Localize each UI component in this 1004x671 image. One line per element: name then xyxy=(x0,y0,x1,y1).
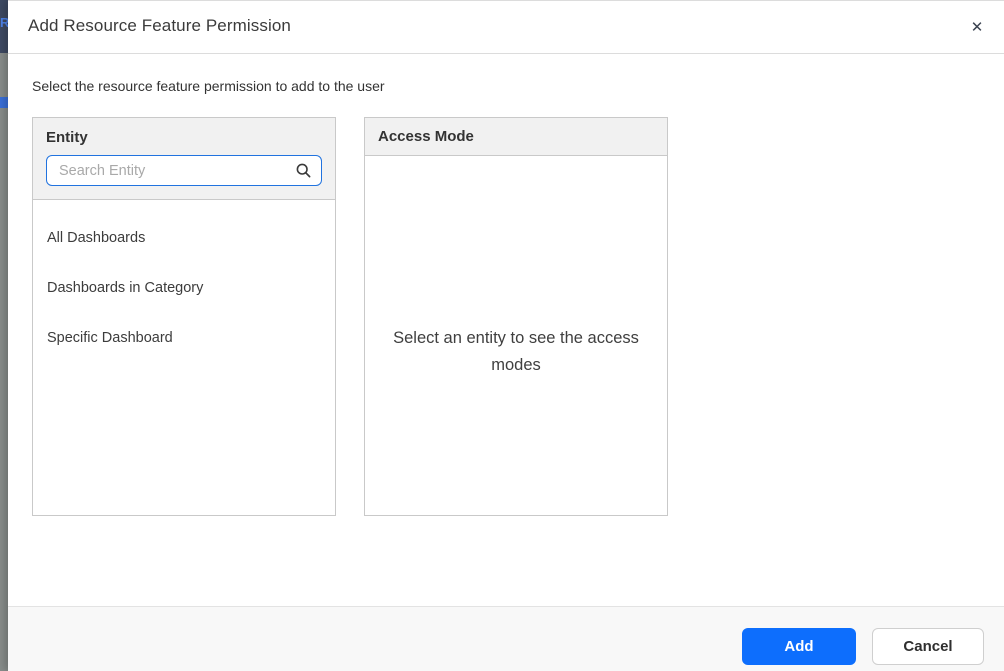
dialog-footer: Add Cancel xyxy=(8,606,1004,671)
dialog-subtitle: Select the resource feature permission t… xyxy=(32,78,385,94)
entity-search-box[interactable] xyxy=(46,155,322,186)
access-mode-empty-message: Select an entity to see the access modes xyxy=(393,328,639,374)
access-mode-panel: Access Mode Select an entity to see the … xyxy=(364,117,668,516)
background-logo-fragment: R xyxy=(0,15,8,30)
dialog-header: Add Resource Feature Permission ✕ xyxy=(8,1,1004,54)
entity-panel: Entity All Dashboards Dashboards in Cate… xyxy=(32,117,336,516)
add-button[interactable]: Add xyxy=(742,628,856,665)
search-icon[interactable] xyxy=(295,162,312,179)
dialog-title: Add Resource Feature Permission xyxy=(28,16,291,35)
access-mode-panel-header: Access Mode xyxy=(365,118,667,156)
background-sidebar-strip: R xyxy=(0,0,8,671)
entity-item-dashboards-in-category[interactable]: Dashboards in Category xyxy=(33,263,335,313)
close-icon[interactable]: ✕ xyxy=(963,13,991,41)
entity-panel-header: Entity xyxy=(33,118,335,200)
background-nav-item-fragment xyxy=(0,97,8,108)
entity-item-specific-dashboard[interactable]: Specific Dashboard xyxy=(33,313,335,363)
access-mode-panel-title: Access Mode xyxy=(378,128,474,145)
entity-item-all-dashboards[interactable]: All Dashboards xyxy=(33,213,335,263)
access-mode-body: Select an entity to see the access modes xyxy=(365,156,667,517)
entity-search-input[interactable] xyxy=(57,161,295,180)
add-resource-feature-permission-dialog: Add Resource Feature Permission ✕ Select… xyxy=(8,0,1004,671)
entity-panel-title: Entity xyxy=(46,129,88,146)
entity-list: All Dashboards Dashboards in Category Sp… xyxy=(33,200,335,363)
cancel-button[interactable]: Cancel xyxy=(872,628,984,665)
